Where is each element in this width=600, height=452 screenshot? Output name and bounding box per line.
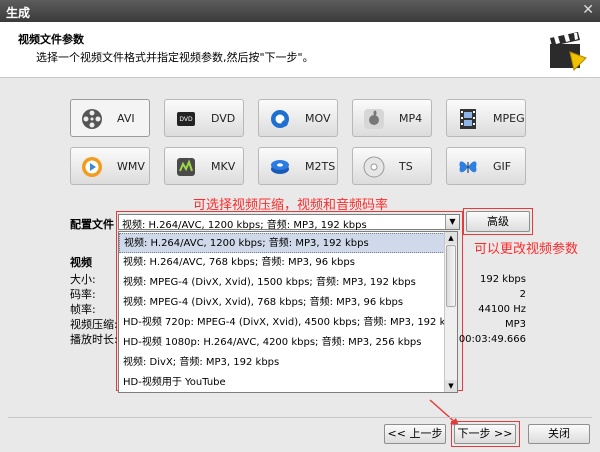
format-label: TS	[399, 160, 413, 173]
title-bar: 生成 ✕	[0, 0, 600, 22]
profile-select[interactable]: 视频: H.264/AVC, 1200 kbps; 音频: MP3, 192 k…	[118, 214, 460, 231]
scroll-down-icon[interactable]: ▼	[445, 380, 457, 392]
dvd-icon: DVD	[177, 112, 195, 126]
filmstrip-icon	[460, 109, 476, 129]
close-button[interactable]: 关闭	[528, 424, 590, 444]
video-section-title: 视频	[70, 256, 92, 269]
info-value: 44100 Hz	[478, 304, 526, 315]
dropdown-option[interactable]: HD-视频 720p: MPEG-4 (DivX, Xvid), 4500 kb…	[119, 313, 457, 333]
format-mkv-button[interactable]: MKV	[164, 147, 244, 185]
scroll-up-icon[interactable]: ▲	[445, 232, 457, 244]
chevron-down-icon[interactable]: ▼	[445, 215, 459, 229]
dropdown-option[interactable]: 视频: H.264/AVC, 768 kbps; 音频: MP3, 96 kbp…	[119, 253, 445, 273]
dropdown-option[interactable]: HD-视频 1080p: H.264/AVC, 4200 kbps; 音频: M…	[119, 333, 445, 353]
butterfly-icon	[459, 161, 477, 173]
quicktime-icon	[271, 110, 289, 128]
dropdown-option[interactable]: 视频: H.264/AVC, 1200 kbps; 音频: MP3, 192 k…	[119, 233, 445, 253]
svg-text:DVD: DVD	[179, 116, 193, 123]
annotation-box-next	[451, 421, 520, 447]
mkv-icon	[177, 158, 195, 176]
apple-icon	[364, 109, 384, 129]
wizard-header: 视频文件参数 选择一个视频文件格式并指定视频参数,然后按"下一步"。	[0, 22, 600, 78]
info-value: 2	[519, 289, 526, 300]
info-label: 帧率:	[70, 303, 96, 316]
footer-divider	[8, 417, 592, 418]
format-label: DVD	[211, 112, 236, 125]
annotation-params-note: 可以更改视频参数	[474, 242, 579, 257]
format-avi-button[interactable]: AVI	[70, 99, 150, 137]
format-label: MKV	[211, 160, 236, 173]
format-label: M2TS	[305, 160, 336, 173]
format-ts-button[interactable]: TS	[352, 147, 432, 185]
dropdown-scrollbar[interactable]: ▲ ▼	[444, 232, 457, 392]
profile-dropdown-list[interactable]: 视频: H.264/AVC, 1200 kbps; 音频: MP3, 192 k…	[118, 231, 458, 393]
page-subtitle: 选择一个视频文件格式并指定视频参数,然后按"下一步"。	[36, 51, 314, 64]
profile-label: 配置文件	[70, 218, 114, 231]
format-label: WMV	[117, 160, 145, 173]
format-mp4-button[interactable]: MP4	[352, 99, 432, 137]
format-label: AVI	[117, 112, 135, 125]
audio-info-values: 192 kbps 2 44100 Hz MP3 00:03:49.666	[459, 272, 526, 347]
format-label: MPEG	[493, 112, 525, 125]
format-label: GIF	[493, 160, 512, 173]
info-value: 00:03:49.666	[458, 334, 526, 345]
profile-selected-value: 视频: H.264/AVC, 1200 kbps; 音频: MP3, 192 k…	[122, 220, 367, 231]
disc-icon	[363, 156, 385, 178]
back-button[interactable]: << 上一步	[384, 424, 446, 444]
format-wmv-button[interactable]: WMV	[70, 147, 150, 185]
scrollbar-thumb[interactable]	[446, 245, 456, 307]
bluray-icon	[271, 160, 289, 174]
info-value: 192 kbps	[480, 274, 526, 285]
format-gif-button[interactable]: GIF	[446, 147, 526, 185]
dropdown-option[interactable]: 视频: MPEG-4 (DivX, Xvid), 768 kbps; 音频: M…	[119, 293, 445, 313]
format-label: MOV	[305, 112, 331, 125]
info-label: 视频压缩:	[70, 318, 118, 331]
info-label: 码率:	[70, 288, 96, 301]
page-title: 视频文件参数	[18, 33, 84, 46]
dropdown-option[interactable]: 视频: MPEG-4 (DivX, Xvid), 1500 kbps; 音频: …	[119, 273, 445, 293]
window-title: 生成	[6, 6, 31, 20]
dropdown-option[interactable]: 视频: DivX; 音频: MP3, 192 kbps	[119, 353, 445, 373]
close-window-icon[interactable]: ✕	[582, 2, 594, 18]
info-label: 大小:	[70, 273, 96, 286]
format-m2ts-button[interactable]: M2TS	[258, 147, 338, 185]
format-dvd-button[interactable]: DVD DVD	[164, 99, 244, 137]
film-reel-icon	[82, 109, 102, 129]
clapperboard-logo-icon	[550, 32, 587, 71]
info-label: 播放时长:	[70, 333, 118, 346]
dropdown-option[interactable]: HD-视频用于 YouTube	[119, 373, 445, 392]
format-mpeg-button[interactable]: MPEG	[446, 99, 526, 137]
format-label: MP4	[399, 112, 423, 125]
video-info-labels: 大小: 码率: 帧率: 视频压缩: 播放时长:	[70, 272, 118, 347]
media-player-icon	[82, 157, 102, 177]
format-mov-button[interactable]: MOV	[258, 99, 338, 137]
annotation-box-advanced	[463, 208, 533, 235]
info-value: MP3	[504, 319, 526, 330]
